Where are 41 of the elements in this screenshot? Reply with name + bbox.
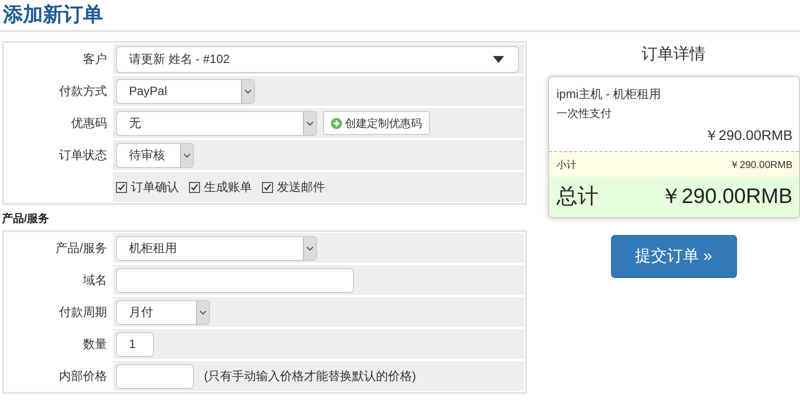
checkbox[interactable]: 订单确认: [116, 178, 179, 196]
field-label: 付款周期: [58, 304, 108, 321]
item-name: ipmi主机 - 机柜租用: [556, 86, 662, 103]
caret-icon: [493, 56, 504, 62]
field-label: 客户: [82, 51, 108, 68]
chevron-icon: [244, 88, 252, 94]
chevron-icon: [306, 120, 314, 126]
create-coupon-button[interactable]: 创建定制优惠码: [323, 111, 430, 135]
summary-title: 订单详情: [642, 44, 706, 65]
submit-order-button[interactable]: 提交订单 »: [610, 235, 736, 278]
input-field[interactable]: [116, 364, 194, 388]
field-label: 订单状态: [58, 147, 108, 164]
hint-text: (只有手动输入价格才能替换默认的价格): [204, 368, 416, 384]
page-title: 添加新订单: [3, 2, 104, 28]
chevron-icon: [306, 246, 314, 250]
plus-icon: [331, 118, 342, 128]
select-field[interactable]: 机柜租用: [116, 236, 317, 260]
field-label: 付款方式: [58, 83, 108, 100]
chevron-icon: [183, 152, 191, 158]
field-label: 域名: [82, 272, 108, 289]
chevron-icon: [199, 310, 207, 314]
subtotal-label: 小计: [556, 158, 576, 172]
select-field[interactable]: 无: [116, 110, 317, 136]
customer-dropdown[interactable]: 请更新 姓名 - #102: [116, 46, 519, 72]
checkbox[interactable]: 发送邮件: [262, 178, 325, 196]
total-label: 总计: [556, 184, 598, 210]
input-field[interactable]: 1: [116, 332, 154, 356]
checkbox[interactable]: 生成账单: [189, 178, 252, 196]
total-value: ￥290.00RMB: [660, 184, 792, 210]
section-heading: 产品/服务: [2, 212, 50, 226]
select-field[interactable]: 待审核: [116, 142, 194, 168]
input-field[interactable]: [116, 268, 354, 292]
field-label: 优惠码: [70, 115, 108, 132]
billing-type: 一次性支付: [556, 107, 612, 121]
select-field[interactable]: PayPal: [116, 78, 255, 104]
select-field[interactable]: 月付: [116, 300, 210, 324]
item-price: ￥290.00RMB: [704, 127, 792, 145]
subtotal-value: ￥290.00RMB: [730, 159, 792, 172]
field-label: 产品/服务: [54, 240, 108, 257]
field-label: 数量: [82, 336, 108, 353]
field-label: 内部价格: [58, 368, 108, 385]
